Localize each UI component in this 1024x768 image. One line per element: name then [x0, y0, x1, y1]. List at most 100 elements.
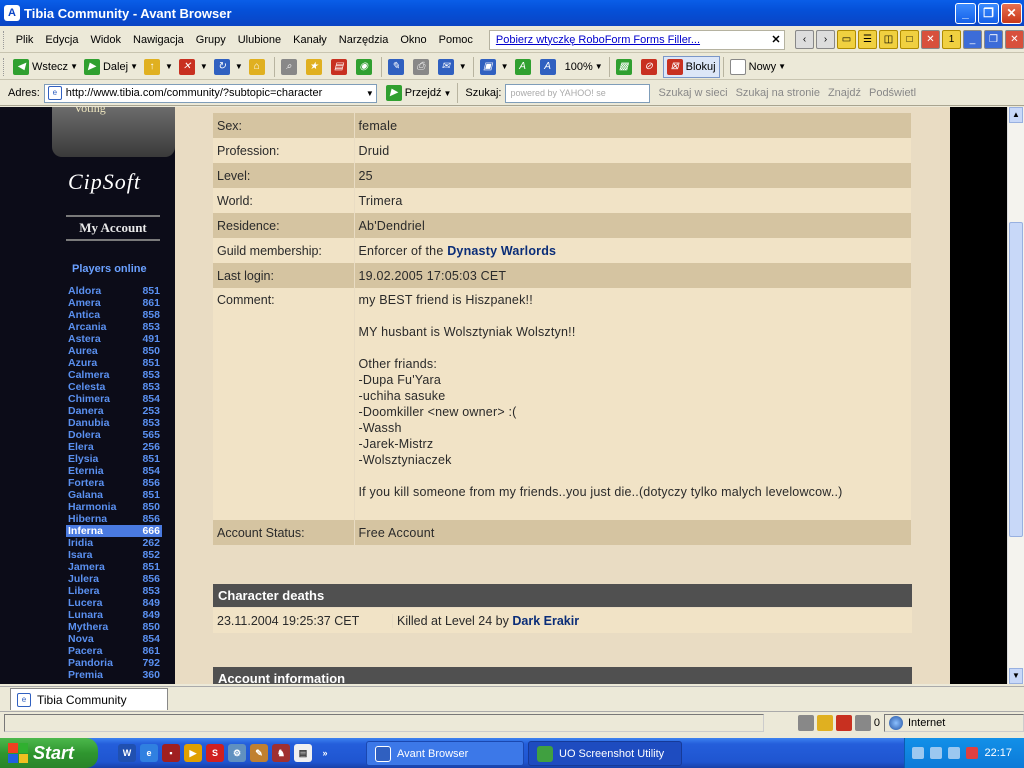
images-toggle[interactable]: ▩: [613, 56, 638, 78]
world-row[interactable]: Azura 851: [66, 357, 162, 369]
font-size-button[interactable]: A: [537, 56, 562, 78]
world-row[interactable]: Libera 853: [66, 585, 162, 597]
killer-link[interactable]: Dark Erakir: [512, 614, 579, 628]
world-row[interactable]: Danubia 853: [66, 417, 162, 429]
world-row[interactable]: Hiberna 856: [66, 513, 162, 525]
guild-link[interactable]: Dynasty Warlords: [447, 244, 556, 258]
network-icon[interactable]: ⚙: [228, 744, 246, 762]
next-window-icon[interactable]: ›: [816, 30, 835, 49]
flash-toggle[interactable]: ⊘: [638, 56, 663, 78]
child-minimize-icon[interactable]: _: [963, 30, 982, 49]
world-row[interactable]: Eternia 854: [66, 465, 162, 477]
go-button[interactable]: ▶ Przejdź ▼: [383, 82, 455, 104]
edit-button[interactable]: ✎: [385, 56, 410, 78]
url-dropdown-icon[interactable]: ▼: [364, 89, 376, 98]
popup-blocked-icon[interactable]: [835, 714, 852, 731]
world-row[interactable]: Inferna 666: [66, 525, 162, 537]
page-search-button[interactable]: Szukaj na stronie: [736, 87, 820, 99]
world-row[interactable]: Jamera 851: [66, 561, 162, 573]
close-banner-icon[interactable]: ✕: [768, 33, 784, 46]
voting-box[interactable]: Voting: [52, 107, 175, 157]
print-button[interactable]: ⎙: [410, 56, 435, 78]
title-bar[interactable]: A Tibia Community - Avant Browser _ ❐ ✕: [0, 0, 1024, 26]
task-avant-browser[interactable]: Avant Browser: [366, 741, 524, 766]
prev-window-icon[interactable]: ‹: [795, 30, 814, 49]
world-row[interactable]: Celesta 853: [66, 381, 162, 393]
world-row[interactable]: Mythera 850: [66, 621, 162, 633]
highlight-button[interactable]: Podświetl: [869, 87, 916, 99]
cipsoft-logo[interactable]: CipSoft: [68, 169, 141, 195]
close-button[interactable]: ✕: [1001, 2, 1022, 24]
menu-nawigacja[interactable]: Nawigacja: [127, 34, 190, 46]
status-tool-icon[interactable]: [797, 714, 814, 731]
world-row[interactable]: Premia 360: [66, 669, 162, 681]
child-restore-icon[interactable]: ❐: [984, 30, 1003, 49]
world-row[interactable]: Elysia 851: [66, 453, 162, 465]
stop-button[interactable]: ✕ ▼: [176, 56, 211, 78]
popup-block-button[interactable]: ⊠ Blokuj: [662, 55, 720, 78]
single-window-icon[interactable]: □: [900, 30, 919, 49]
world-row[interactable]: Lunara 849: [66, 609, 162, 621]
world-row[interactable]: Dolera 565: [66, 429, 162, 441]
notepad-icon[interactable]: ▤: [294, 744, 312, 762]
world-row[interactable]: Calmera 853: [66, 369, 162, 381]
cascade-icon[interactable]: ▭: [837, 30, 856, 49]
tray-network-icon[interactable]: [930, 747, 943, 759]
home-button[interactable]: ⌂: [246, 56, 271, 78]
world-row[interactable]: Pacera 861: [66, 645, 162, 657]
menu-grupy[interactable]: Grupy: [190, 34, 232, 46]
speed-icon[interactable]: [854, 714, 871, 731]
close-all-icon[interactable]: ✕: [921, 30, 940, 49]
world-row[interactable]: Arcania 853: [66, 321, 162, 333]
maximize-button[interactable]: ❐: [978, 2, 999, 24]
one-window-icon[interactable]: 1: [942, 30, 961, 49]
task-uo-screenshot[interactable]: UO Screenshot Utility: [528, 741, 682, 766]
menu-ulubione[interactable]: Ulubione: [232, 34, 287, 46]
floppy-icon[interactable]: ▪: [162, 744, 180, 762]
tray-expand-icon[interactable]: [912, 747, 925, 759]
lock-icon[interactable]: [816, 714, 833, 731]
world-row[interactable]: Amera 861: [66, 297, 162, 309]
search-button[interactable]: ⌕: [278, 56, 303, 78]
ie-icon[interactable]: e: [140, 744, 158, 762]
tab-tibia-community[interactable]: e Tibia Community: [10, 688, 168, 710]
history-button[interactable]: ▤: [328, 56, 353, 78]
scroll-down-icon[interactable]: ▼: [1009, 668, 1023, 684]
vertical-scrollbar[interactable]: ▲ ▼: [1007, 107, 1024, 684]
url-input[interactable]: e http://www.tibia.com/community/?subtop…: [43, 83, 377, 103]
menu-edycja[interactable]: Edycja: [39, 34, 84, 46]
tray-app-icon[interactable]: [948, 747, 961, 759]
zoom-select[interactable]: 100% ▼: [562, 56, 606, 78]
world-row[interactable]: Elera 256: [66, 441, 162, 453]
world-row[interactable]: Chimera 854: [66, 393, 162, 405]
minimize-button[interactable]: _: [955, 2, 976, 24]
tile-horizontal-icon[interactable]: ☰: [858, 30, 877, 49]
world-row[interactable]: Fortera 856: [66, 477, 162, 489]
favorites-button[interactable]: ★: [303, 56, 328, 78]
up-button[interactable]: ↑ ▼: [141, 56, 176, 78]
mail-button[interactable]: ✉ ▼: [435, 56, 470, 78]
back-button[interactable]: ◀ Wstecz ▼: [10, 56, 81, 78]
fullscreen-button[interactable]: ▣ ▼: [477, 56, 512, 78]
world-row[interactable]: Pandoria 792: [66, 657, 162, 669]
world-row[interactable]: Lucera 849: [66, 597, 162, 609]
scroll-thumb[interactable]: [1009, 222, 1023, 537]
media-player-icon[interactable]: ▶: [184, 744, 202, 762]
world-row[interactable]: Harmonia 850: [66, 501, 162, 513]
refresh-button[interactable]: ↻ ▼: [211, 56, 246, 78]
roboform-link[interactable]: Pobierz wtyczkę RoboForm Forms Filler...: [496, 34, 768, 46]
menu-narzedzia[interactable]: Narzędzia: [333, 34, 395, 46]
menu-okno[interactable]: Okno: [394, 34, 432, 46]
menu-plik[interactable]: Plik: [10, 34, 40, 46]
game-icon[interactable]: ♞: [272, 744, 290, 762]
translate-button[interactable]: A: [512, 56, 537, 78]
scroll-up-icon[interactable]: ▲: [1009, 107, 1023, 123]
world-row[interactable]: Antica 858: [66, 309, 162, 321]
world-row[interactable]: Iridia 262: [66, 537, 162, 549]
world-row[interactable]: Julera 856: [66, 573, 162, 585]
tile-vertical-icon[interactable]: ◫: [879, 30, 898, 49]
quick-launch-expand-icon[interactable]: »: [316, 744, 334, 762]
media-button[interactable]: ◉: [353, 56, 378, 78]
menu-widok[interactable]: Widok: [84, 34, 127, 46]
menu-kanaly[interactable]: Kanały: [287, 34, 333, 46]
